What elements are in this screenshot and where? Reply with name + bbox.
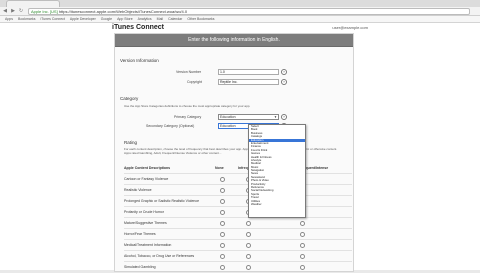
secure-label: Apple Inc. [US] [31, 9, 58, 14]
rating-radio[interactable] [246, 265, 251, 270]
bookmark-item[interactable]: Analytics [138, 16, 152, 22]
rating-radio[interactable] [220, 243, 225, 248]
rating-radio[interactable] [246, 243, 251, 248]
rating-radio[interactable] [220, 232, 225, 237]
rating-description: For each content description, choose the… [124, 147, 338, 155]
bookmark-item[interactable]: Apps [5, 16, 13, 22]
rating-row-label: Profanity or Crude Humor [124, 210, 164, 214]
chevron-down-icon: ▼ [274, 115, 277, 119]
brand-title[interactable]: iTunes Connect [112, 24, 164, 31]
itc-header: iTunes Connect user@example.com [112, 23, 368, 32]
primary-category-select[interactable]: Education ▼ [218, 114, 279, 120]
rating-radio[interactable] [220, 177, 225, 182]
primary-category-label: Primary Category [174, 115, 202, 119]
rating-radio[interactable] [246, 232, 251, 237]
rating-radio[interactable] [300, 232, 305, 237]
rating-radio[interactable] [300, 265, 305, 270]
bookmark-item[interactable]: Bookmarks [18, 16, 36, 22]
url-field[interactable]: Apple Inc. [US] https://itunesconnect.ap… [28, 8, 470, 15]
bookmark-item[interactable]: Other Bookmarks [187, 16, 214, 22]
bookmarks-bar: Apps Bookmarks iTunes Connect Apple Develop… [0, 16, 480, 23]
rating-radio[interactable] [246, 254, 251, 259]
secondary-category-value: Education [220, 124, 236, 128]
rating-radio[interactable] [220, 265, 225, 270]
version-number-input[interactable]: 1.0 [218, 69, 279, 75]
copyright-input[interactable]: Reptile Inc. [218, 79, 279, 85]
copyright-label: Copyright [187, 80, 202, 84]
reload-icon[interactable]: ↻ [18, 8, 24, 14]
brand-label: iTunes Connect [112, 24, 164, 31]
version-number-label: Version Number [176, 70, 202, 74]
rating-radio[interactable] [300, 243, 305, 248]
secondary-category-label: Secondary Category (Optional) [146, 124, 195, 128]
page-content: iTunes Connect user@example.com Enter th… [0, 23, 480, 273]
rating-radio[interactable] [220, 188, 225, 193]
help-icon[interactable]: ? [281, 69, 287, 75]
rating-row: Simulated Gambling [124, 261, 352, 273]
rating-radio[interactable] [220, 254, 225, 259]
rating-radio[interactable] [246, 221, 251, 226]
rating-row-label: Horror/Fear Themes [124, 232, 156, 236]
category-dropdown-list[interactable]: Select Book Business Catalogs Education Enter… [248, 124, 306, 218]
rating-radio[interactable] [220, 210, 225, 215]
rating-row-label: Alcohol, Tobacco, or Drug Use or Referen… [124, 254, 195, 258]
rating-row-label: Simulated Gambling [124, 265, 156, 269]
rating-radio[interactable] [220, 199, 225, 204]
bookmark-item[interactable]: Mail [157, 16, 163, 22]
bookmark-item[interactable]: Apple Developer [70, 16, 96, 22]
bookmark-item[interactable]: iTunes Connect [41, 16, 65, 22]
category-section-heading: Category [120, 96, 139, 101]
rating-radio[interactable] [300, 221, 305, 226]
panel-title: Enter the following information in Engli… [115, 34, 353, 47]
bookmark-item[interactable]: Calendar [168, 16, 182, 22]
back-icon[interactable]: ◀ [2, 8, 8, 14]
content-description-header: Apple Content Descriptions [124, 166, 171, 170]
rating-radio[interactable] [220, 221, 225, 226]
address-bar: ◀ ▶ ↻ Apple Inc. [US] https://itunesconn… [0, 7, 480, 16]
bookmark-item[interactable]: App Store [117, 16, 133, 22]
rating-row-label: Prolonged Graphic or Sadistic Realistic … [124, 199, 200, 203]
none-header: None [215, 166, 224, 170]
rating-radio[interactable] [300, 254, 305, 259]
bookmark-item[interactable]: Google [101, 16, 112, 22]
forward-icon[interactable]: ▶ [10, 8, 16, 14]
help-icon[interactable]: ? [281, 114, 287, 120]
rating-row-label: Mature/Suggestive Themes [124, 221, 167, 225]
rating-section-heading: Rating [124, 140, 138, 145]
rating-row-label: Realistic Violence [124, 188, 152, 192]
rating-row-label: Medical/Treatment Information [124, 243, 172, 247]
account-link[interactable]: user@example.com [332, 25, 368, 30]
category-description: Use the App Store Categories definitions… [124, 104, 251, 108]
url-text: https://itunesconnect.apple.com/WebObjec… [58, 9, 188, 14]
dropdown-option[interactable]: Weather [249, 202, 305, 206]
primary-category-value: Education [220, 115, 236, 119]
help-icon[interactable]: ? [281, 79, 287, 85]
rating-row-label: Cartoon or Fantasy Violence [124, 177, 169, 181]
version-section-heading: Version Information [120, 58, 159, 63]
